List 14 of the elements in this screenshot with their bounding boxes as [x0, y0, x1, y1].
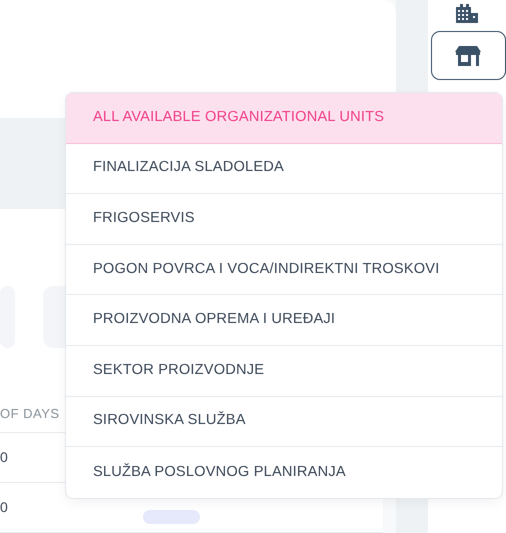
- menu-item[interactable]: PROIZVODNA OPREMA I UREĐAJI: [66, 295, 502, 346]
- menu-item[interactable]: POGON POVRCA I VOCA/INDIREKTNI TROSKOVI: [66, 244, 502, 296]
- table-cell-text: 0: [0, 498, 8, 517]
- store-button[interactable]: [430, 31, 506, 80]
- menu-item[interactable]: FINALIZACIJA SLADOLEDA: [66, 144, 502, 194]
- status-pill: [143, 510, 200, 524]
- column-header: OF DAYS: [0, 404, 60, 423]
- menu-item[interactable]: SIROVINSKA SLUŽBA: [66, 396, 502, 448]
- storefront-icon: [455, 46, 481, 66]
- menu-item[interactable]: FRIGOSERVIS: [66, 194, 502, 245]
- table-cell-text: 0: [0, 448, 8, 467]
- menu-item[interactable]: SLUŽBA POSLOVNOG PLANIRANJA: [66, 447, 502, 498]
- menu-item[interactable]: SEKTOR PROIZVODNJE: [66, 346, 502, 397]
- building-icon[interactable]: [455, 3, 479, 23]
